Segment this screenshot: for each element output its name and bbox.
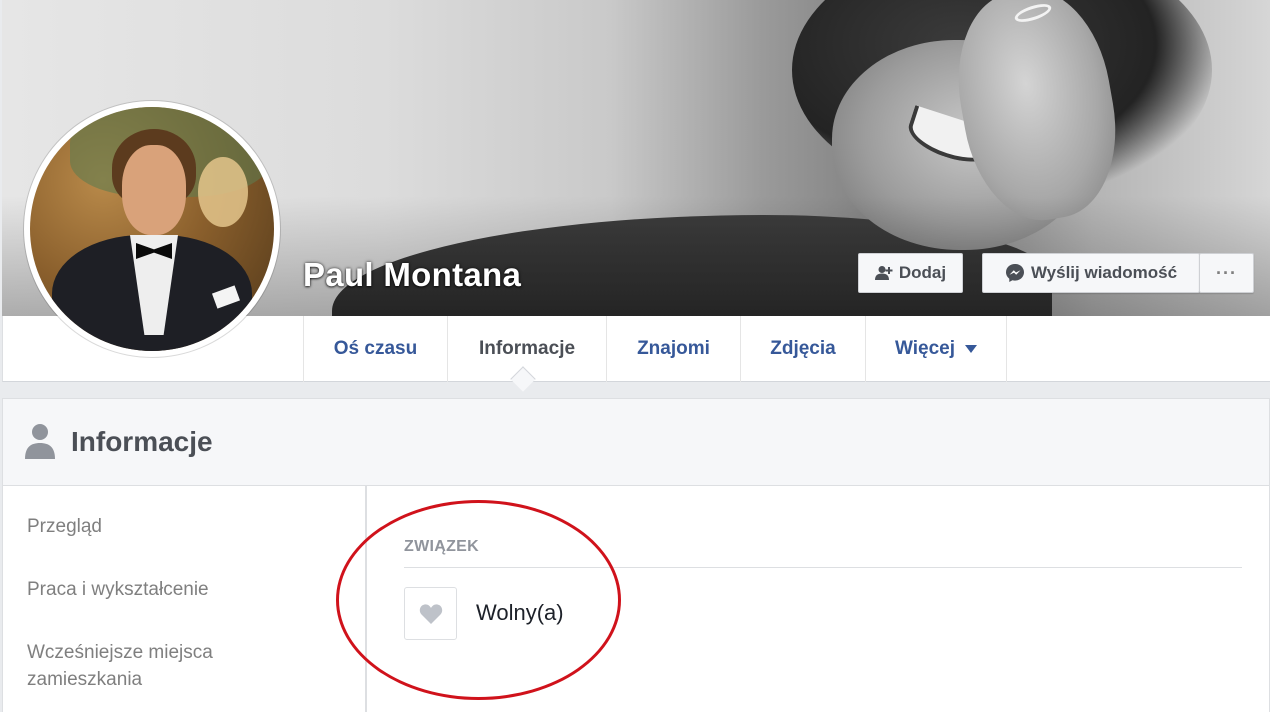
relationship-status: Wolny(a) — [476, 600, 564, 625]
about-sidebar: Przegląd Praca i wykształcenie Wcześniej… — [3, 486, 367, 712]
profile-page: Paul Montana Dodaj Wyślij wiadomość ··· … — [0, 0, 1270, 712]
avatar-face — [122, 145, 186, 235]
sidebar-item-overview[interactable]: Przegląd — [27, 513, 327, 540]
tab-photos[interactable]: Zdjęcia — [741, 316, 866, 382]
caret-down-icon — [965, 345, 978, 353]
tab-timeline[interactable]: Oś czasu — [303, 316, 448, 382]
add-friend-icon — [874, 266, 893, 280]
tab-more[interactable]: Więcej — [866, 316, 1007, 382]
tab-photos-label: Zdjęcia — [770, 338, 836, 359]
profile-avatar[interactable] — [24, 101, 280, 357]
tab-about-label: Informacje — [478, 338, 576, 359]
about-content: ZWIĄZEK Wolny(a) — [369, 486, 1269, 712]
sidebar-item-work-education[interactable]: Praca i wykształcenie — [27, 576, 327, 603]
add-friend-label: Dodaj — [898, 263, 947, 282]
add-friend-button[interactable]: Dodaj — [858, 253, 963, 293]
sidebar-item-places-lived[interactable]: Wcześniejsze miejsca zamieszkania — [27, 639, 327, 693]
avatar-bg-lamp — [198, 157, 248, 227]
tab-timeline-label: Oś czasu — [333, 338, 418, 359]
profile-name[interactable]: Paul Montana — [303, 256, 521, 294]
send-message-label: Wyślij wiadomość — [1030, 263, 1178, 282]
about-card: Informacje Przegląd Praca i wykształceni… — [2, 398, 1270, 712]
messenger-icon — [1005, 264, 1024, 282]
about-title: Informacje — [71, 426, 213, 457]
more-options-label: ··· — [1216, 262, 1237, 283]
person-icon — [25, 424, 55, 459]
relationship-section-title: ZWIĄZEK — [404, 538, 479, 555]
tab-friends-label: Znajomi — [637, 338, 710, 359]
avatar-photo — [30, 107, 274, 351]
tab-friends[interactable]: Znajomi — [607, 316, 741, 382]
more-options-button[interactable]: ··· — [1199, 253, 1254, 293]
section-divider — [404, 567, 1242, 568]
about-header: Informacje — [3, 399, 1269, 486]
heart-icon — [419, 603, 442, 624]
send-message-button[interactable]: Wyślij wiadomość — [982, 253, 1200, 293]
relationship-icon-box — [404, 587, 457, 640]
tab-more-label: Więcej — [894, 338, 956, 359]
